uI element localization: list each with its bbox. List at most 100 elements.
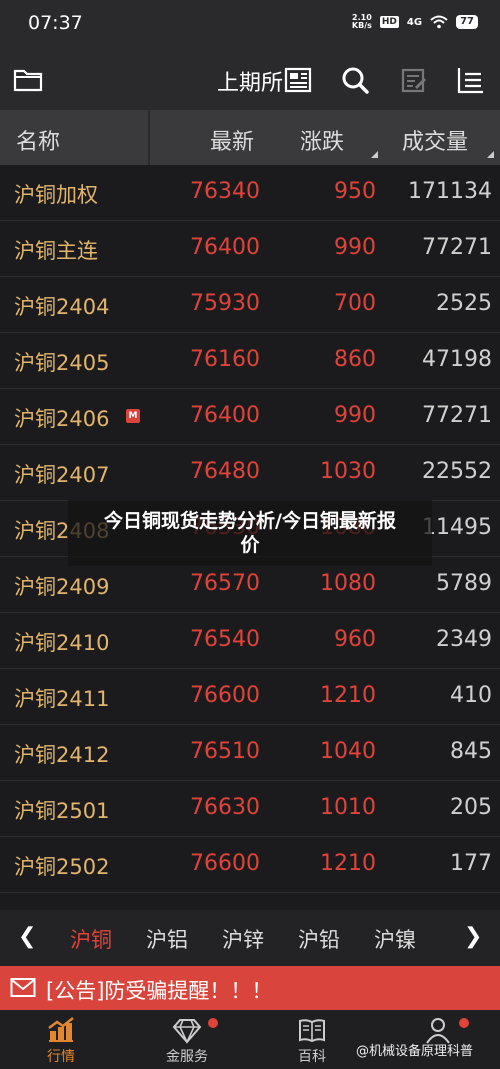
volume: 845 (450, 739, 492, 764)
last-price: 76400 (190, 403, 260, 428)
headline-overlay: 今日铜现货走势分析/今日铜最新报价 (68, 500, 432, 566)
last-price: 76510 (190, 739, 260, 764)
chart-bars-icon[interactable] (455, 64, 487, 96)
battery-icon: 77 (456, 15, 478, 29)
contract-name: 沪铜2404 (14, 295, 110, 319)
volume: 205 (450, 795, 492, 820)
table-row[interactable]: 沪铜2405 76160 860 47198 (0, 333, 500, 389)
last-price: 76600 (190, 683, 260, 708)
table-row[interactable]: 沪铜主连 76400 990 77271 (0, 221, 500, 277)
price-change: 1080 (320, 571, 376, 596)
price-change: 1210 (320, 851, 376, 876)
last-price: 76570 (190, 571, 260, 596)
volume: 11495 (422, 515, 492, 540)
price-change: 990 (334, 403, 376, 428)
contract-name: 沪铜2412 (14, 743, 110, 767)
col-last[interactable]: 最新 (210, 124, 254, 156)
tab-zinc[interactable]: 沪锌 (222, 924, 264, 954)
price-change: 1030 (320, 459, 376, 484)
nav-wiki[interactable]: 百科 (267, 1014, 357, 1066)
status-icons: 2.10 KB/s HD 4G 77 (352, 14, 478, 30)
price-change: 950 (334, 179, 376, 204)
table-row[interactable]: 沪铜2404 75930 700 2525 (0, 277, 500, 333)
last-price: 75930 (190, 291, 260, 316)
contract-name: 沪铜2405 (14, 351, 110, 375)
book-icon (299, 1019, 325, 1043)
watermark-text: @机械设备原理科普 (356, 1044, 474, 1059)
last-price: 76400 (190, 235, 260, 260)
last-price: 76340 (190, 179, 260, 204)
tab-lead[interactable]: 沪铅 (298, 924, 340, 954)
price-change: 1010 (320, 795, 376, 820)
contract-name: 沪铜2501 (14, 799, 110, 823)
price-change: 1040 (320, 739, 376, 764)
contract-name: 沪铜2409 (14, 575, 110, 599)
contract-name: 沪铜2502 (14, 855, 110, 879)
sort-indicator-icon (487, 151, 494, 158)
edit-icon[interactable] (398, 64, 430, 96)
volume: 77271 (422, 235, 492, 260)
contract-name: 沪铜2410 (14, 631, 110, 655)
diamond-icon (172, 1019, 202, 1044)
network-speed: 2.10 KB/s (351, 13, 372, 30)
news-icon[interactable] (282, 64, 314, 96)
col-name[interactable]: 名称 (16, 124, 60, 156)
last-price: 76600 (190, 851, 260, 876)
wifi-icon (430, 15, 448, 29)
mail-icon (10, 978, 36, 997)
table-row[interactable]: 沪铜2501 76630 1010 205 (0, 781, 500, 837)
tab-nickel[interactable]: 沪镍 (374, 924, 416, 954)
price-change: 1210 (320, 683, 376, 708)
contract-name: 沪铜2406 (14, 407, 110, 431)
volume: 410 (450, 683, 492, 708)
volume: 177 (450, 851, 492, 876)
last-price: 76160 (190, 347, 260, 372)
table-row[interactable]: 沪铜2502 76600 1210 177 (0, 837, 500, 893)
volume: 2349 (436, 627, 492, 652)
contract-name: 沪铜2411 (14, 687, 110, 711)
notification-dot (208, 1018, 218, 1028)
last-price: 76630 (190, 795, 260, 820)
status-time: 07:37 (28, 12, 83, 34)
column-divider (148, 110, 150, 165)
market-chart-icon (48, 1017, 74, 1042)
main-contract-badge: M (126, 409, 140, 423)
volume: 5789 (436, 571, 492, 596)
nav-market[interactable]: 行情 (16, 1014, 106, 1066)
table-row[interactable]: 沪铜2407 76480 1030 22552 (0, 445, 500, 501)
search-icon[interactable] (339, 64, 371, 96)
status-bar: 07:37 2.10 KB/s HD 4G 77 (0, 0, 500, 50)
nav-gold-service[interactable]: 金服务 (142, 1014, 232, 1066)
table-row[interactable]: 沪铜2410 76540 960 2349 (0, 613, 500, 669)
chevron-left-icon[interactable]: ❮ (18, 924, 36, 949)
col-change[interactable]: 涨跌 (300, 124, 344, 156)
hd-icon: HD (379, 16, 399, 28)
price-change: 990 (334, 235, 376, 260)
table-row[interactable]: 沪铜加权 76340 950 171134 (0, 165, 500, 221)
sort-indicator-icon (371, 151, 378, 158)
price-change: 860 (334, 347, 376, 372)
notice-text: [公告]防受骗提醒！！！ (46, 979, 273, 1003)
volume: 2525 (436, 291, 492, 316)
price-change: 700 (334, 291, 376, 316)
network-type: 4G (406, 16, 423, 28)
notice-bar[interactable]: [公告]防受骗提醒！！！ (0, 966, 500, 1010)
last-price: 76540 (190, 627, 260, 652)
column-header: 名称 最新 涨跌 成交量 (0, 110, 500, 165)
contract-name: 沪铜主连 (14, 239, 98, 263)
app-bar: 上期所 (0, 50, 500, 110)
tab-aluminum[interactable]: 沪铝 (146, 924, 188, 954)
last-price: 76480 (190, 459, 260, 484)
tab-copper[interactable]: 沪铜 (70, 924, 112, 954)
volume: 77271 (422, 403, 492, 428)
volume: 171134 (408, 179, 492, 204)
col-volume[interactable]: 成交量 (402, 124, 468, 156)
price-change: 960 (334, 627, 376, 652)
table-row[interactable]: 沪铜2412 76510 1040 845 (0, 725, 500, 781)
contract-name: 沪铜加权 (14, 183, 98, 207)
volume: 22552 (422, 459, 492, 484)
table-row[interactable]: 沪铜2406 M 76400 990 77271 (0, 389, 500, 445)
commodity-tabs: ❮ 沪铜 沪铝 沪锌 沪铅 沪镍 ❯ (0, 910, 500, 966)
table-row[interactable]: 沪铜2411 76600 1210 410 (0, 669, 500, 725)
chevron-right-icon[interactable]: ❯ (464, 924, 482, 949)
